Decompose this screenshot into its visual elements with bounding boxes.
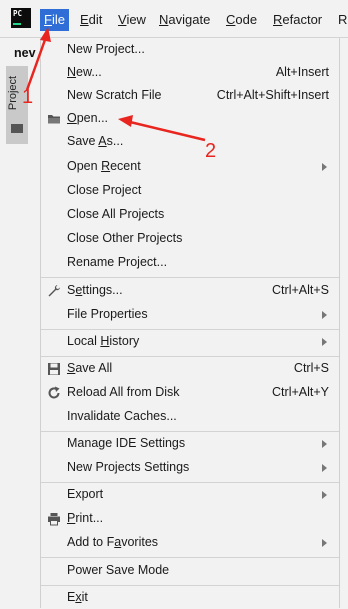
annotation-arrow-2 xyxy=(118,115,206,142)
annotation-label-2: 2 xyxy=(205,140,217,162)
annotation-arrow-1 xyxy=(25,27,51,91)
annotation-label-1: 1 xyxy=(22,86,34,108)
annotation-layer xyxy=(25,27,206,142)
